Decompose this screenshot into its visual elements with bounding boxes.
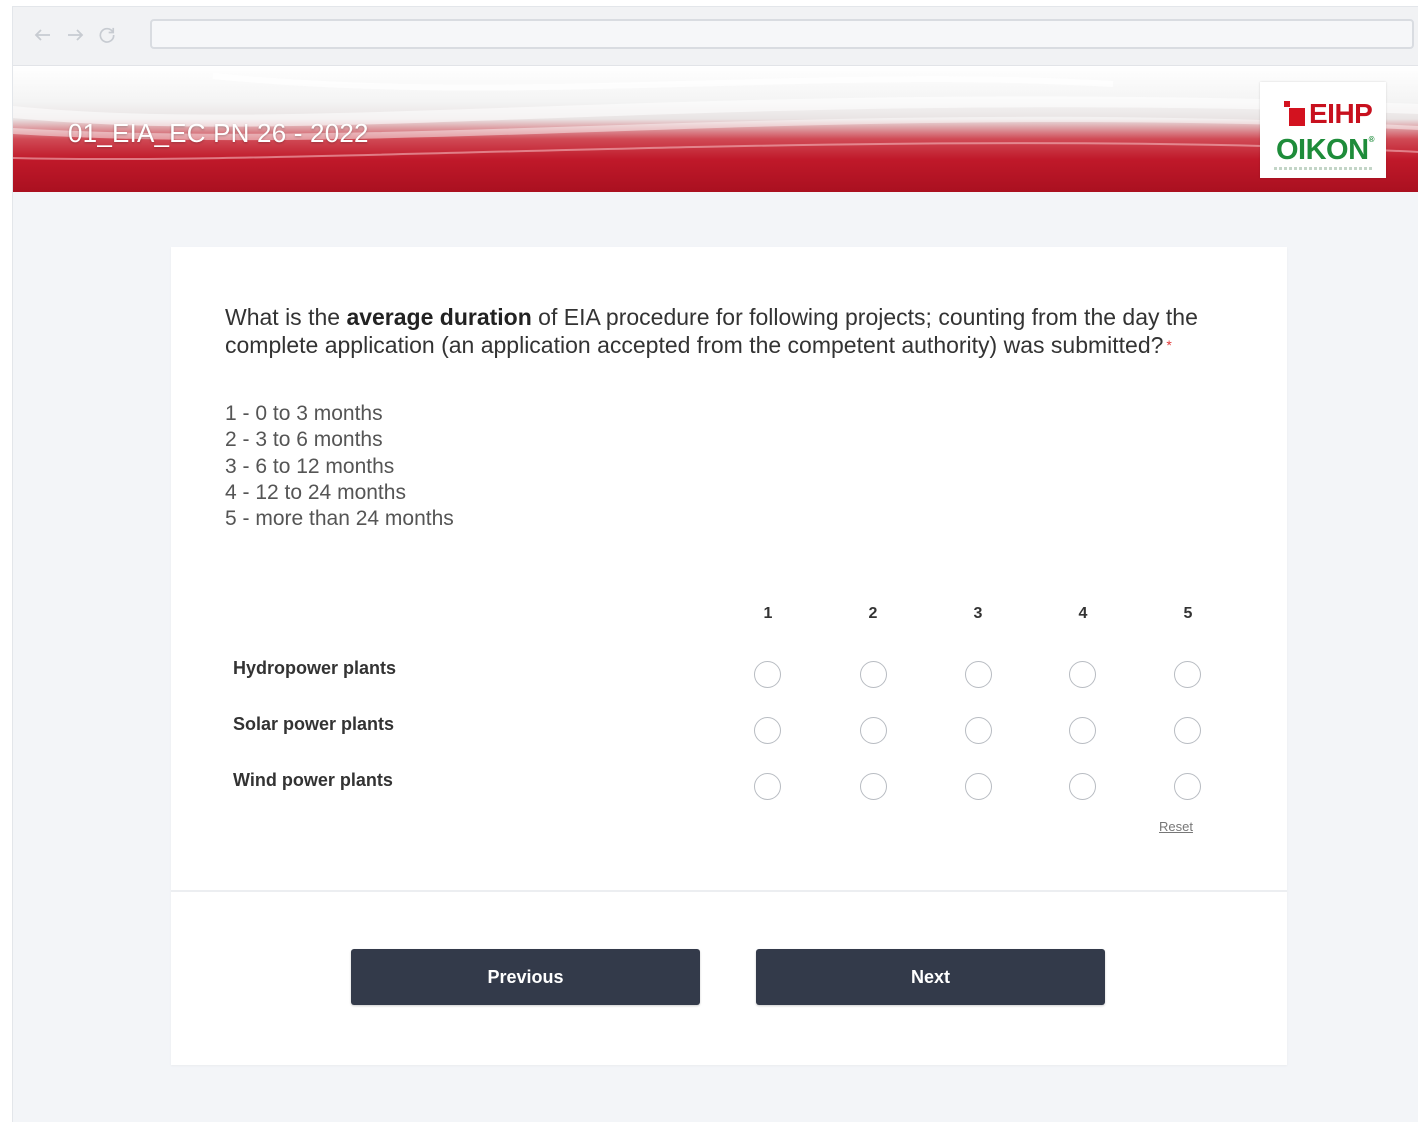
- logo-oikon-text: OIKON®: [1276, 134, 1375, 166]
- back-arrow-icon[interactable]: [33, 23, 53, 47]
- radio-wind-3[interactable]: [965, 773, 992, 800]
- nav-controls: [33, 23, 117, 47]
- radio-hydropower-3[interactable]: [965, 661, 992, 688]
- legend-item: 1 - 0 to 3 months: [225, 402, 383, 425]
- radio-solar-2[interactable]: [860, 717, 887, 744]
- browser-window: 01_EIA_EC PN 26 - 2022 EIHP OIKON® What …: [12, 6, 1418, 1122]
- survey-title: 01_EIA_EC PN 26 - 2022: [68, 118, 369, 148]
- row-label-hydropower: Hydropower plants: [233, 658, 397, 678]
- row-label-wind: Wind power plants: [233, 770, 393, 790]
- radio-hydropower-2[interactable]: [860, 661, 887, 688]
- legend-item: 4 - 12 to 24 months: [225, 480, 406, 504]
- reset-link[interactable]: Reset: [1159, 819, 1193, 834]
- radio-solar-3[interactable]: [965, 717, 992, 744]
- row-label-solar: Solar power plants: [233, 714, 395, 734]
- column-header-5: 5: [1183, 605, 1193, 622]
- required-asterisk: *: [1166, 337, 1172, 353]
- logo-top-row: EIHP: [1284, 98, 1373, 129]
- forward-arrow-icon[interactable]: [65, 23, 85, 47]
- radio-wind-5[interactable]: [1174, 773, 1201, 800]
- scale-legend: 1 - 0 to 3 months 2 - 3 to 6 months 3 - …: [225, 401, 454, 532]
- browser-toolbar: [13, 7, 1418, 66]
- next-button[interactable]: Next: [756, 949, 1105, 1005]
- address-bar[interactable]: [150, 19, 1414, 49]
- radio-solar-1[interactable]: [754, 717, 781, 744]
- legend-item: 3 - 6 to 12 months: [225, 454, 395, 478]
- logo-tagline: [1274, 167, 1374, 170]
- column-header-1: 1: [763, 605, 773, 622]
- card-divider: [171, 890, 1287, 892]
- column-header-4: 4: [1078, 605, 1088, 622]
- radio-wind-1[interactable]: [754, 773, 781, 800]
- radio-hydropower-4[interactable]: [1069, 661, 1096, 688]
- eihp-oikon-logo: EIHP OIKON®: [1260, 82, 1386, 178]
- logo-eihp-text: EIHP: [1309, 98, 1373, 129]
- logo-squares-icon: [1284, 101, 1306, 127]
- radio-wind-2[interactable]: [860, 773, 887, 800]
- radio-hydropower-5[interactable]: [1174, 661, 1201, 688]
- previous-button[interactable]: Previous: [351, 949, 700, 1005]
- survey-header-banner: 01_EIA_EC PN 26 - 2022 EIHP OIKON®: [13, 66, 1418, 192]
- question-card: What is the average duration of EIA proc…: [171, 247, 1287, 1065]
- reload-icon[interactable]: [97, 23, 117, 47]
- radio-wind-4[interactable]: [1069, 773, 1096, 800]
- radio-hydropower-1[interactable]: [754, 661, 781, 688]
- radio-solar-4[interactable]: [1069, 717, 1096, 744]
- legend-item: 5 - more than 24 months: [225, 507, 454, 531]
- legend-item: 2 - 3 to 6 months: [225, 428, 383, 452]
- column-header-3: 3: [973, 605, 983, 622]
- radio-solar-5[interactable]: [1174, 717, 1201, 744]
- question-text: What is the average duration of EIA proc…: [225, 304, 1198, 358]
- column-header-2: 2: [868, 605, 878, 622]
- question-emphasis: average duration: [346, 304, 532, 330]
